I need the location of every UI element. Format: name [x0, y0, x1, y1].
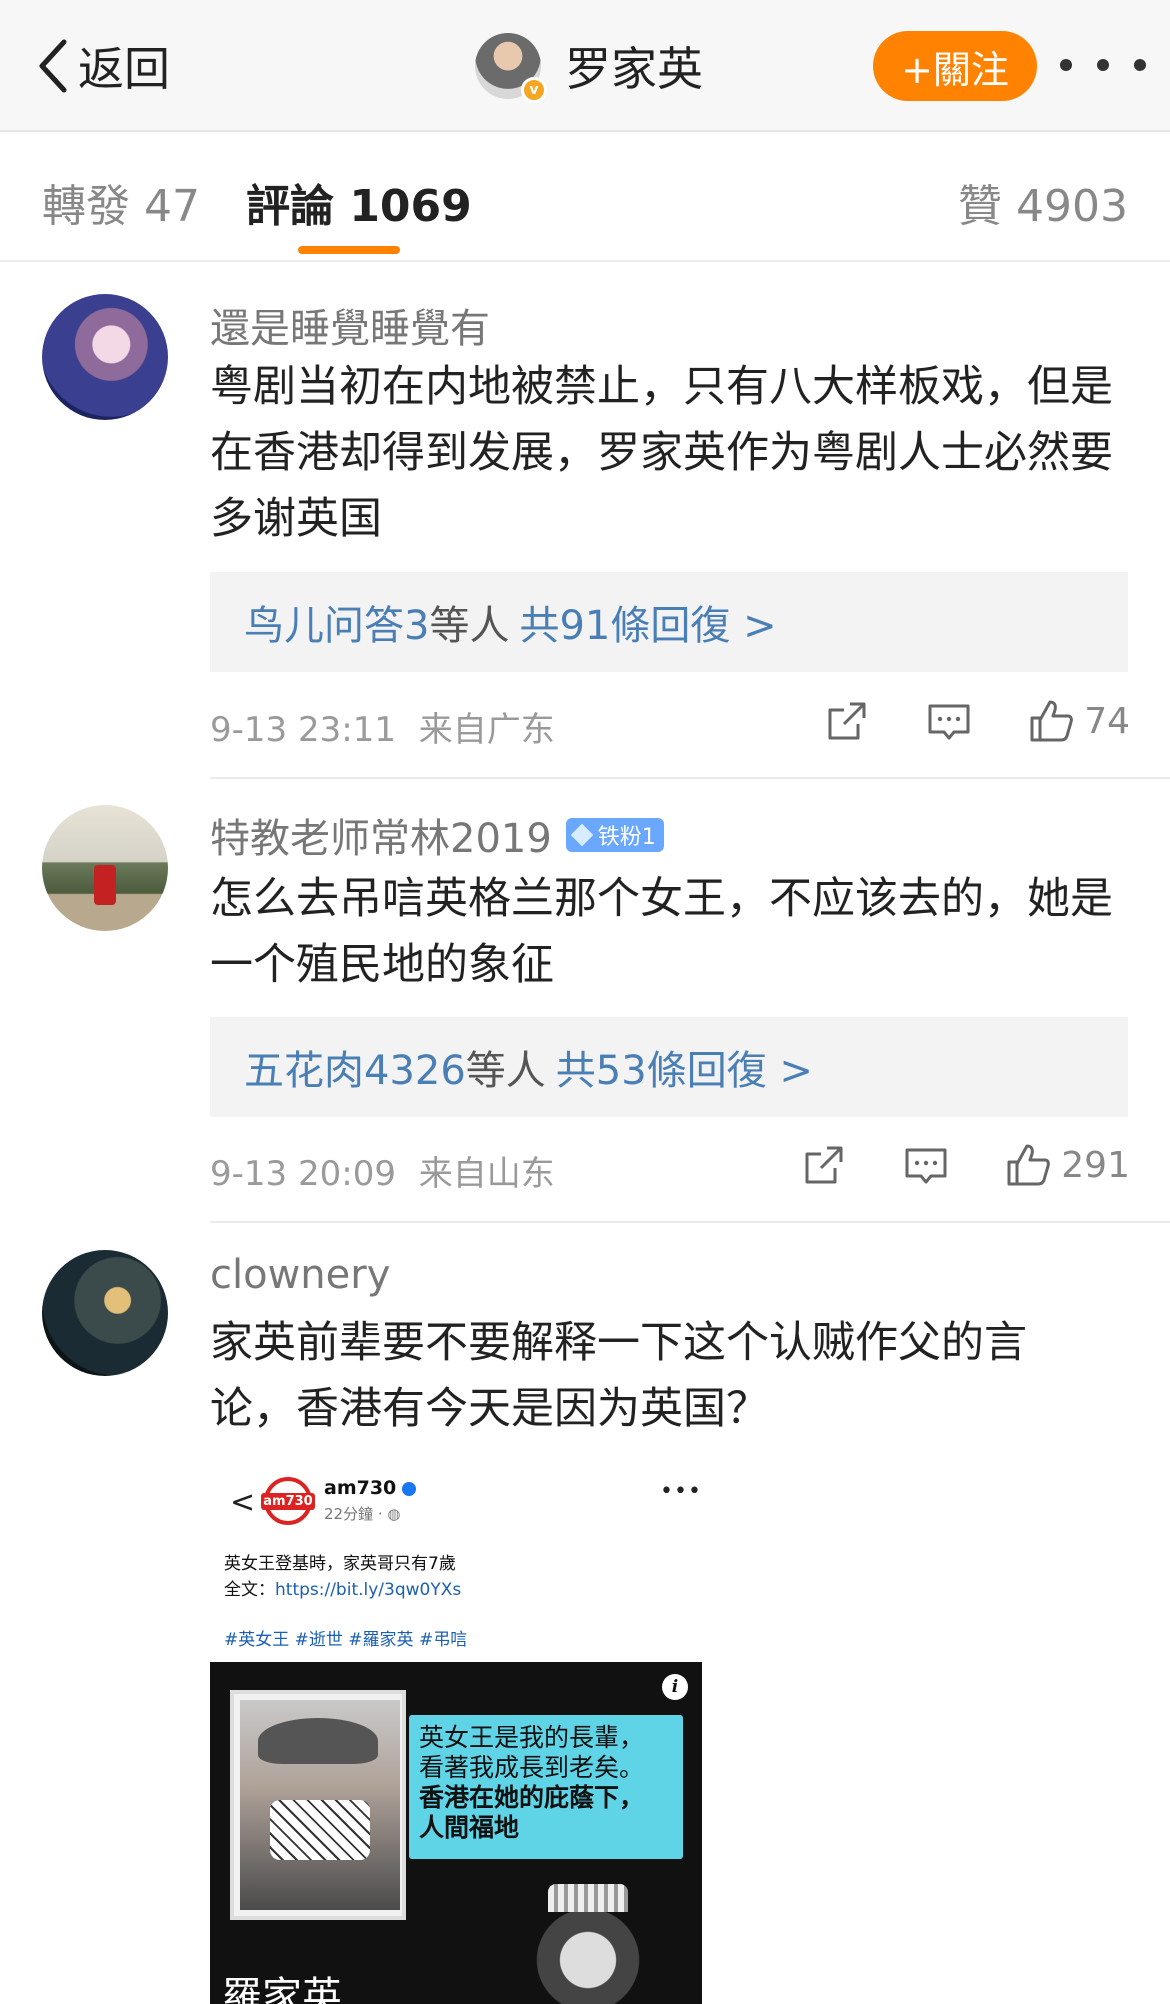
reply-users[interactable]: 鸟儿问答3	[244, 593, 429, 651]
reply-others: 等人	[465, 1048, 546, 1094]
face-mask	[270, 1800, 370, 1860]
thumbs-up-icon[interactable]	[1005, 1142, 1051, 1188]
avatar[interactable]	[42, 1250, 168, 1376]
like-count: 74	[1084, 700, 1130, 742]
reply-others: 等人	[429, 603, 510, 649]
comment-time: 9-13 23:11	[210, 710, 396, 750]
embedded-post-time: 22分鐘 · ◍	[324, 1505, 401, 1523]
reply-summary[interactable]: 五花肉4326 等人 共53條回復 >	[210, 1017, 1128, 1117]
comment-text: 粤剧当初在内地被禁止，只有八大样板戏，但是在香港却得到发展，罗家英作为粤剧人士必…	[210, 362, 1113, 544]
comment-meta: 9-13 23:11 来自广东	[210, 702, 555, 751]
comment-actions: 74	[824, 698, 1130, 744]
avatar[interactable]	[42, 294, 168, 420]
comment-text: 怎么去吊唁英格兰那个女王，不应该去的，她是一个殖民地的象征	[210, 874, 1113, 990]
reply-count[interactable]: 共53條回復 >	[556, 1038, 813, 1096]
globe-icon: ◍	[387, 1505, 401, 1523]
reply-summary[interactable]: 鸟儿问答3 等人 共91條回復 >	[210, 572, 1128, 672]
comment-image[interactable]: < am730 am730 22分鐘 · ◍ ••• 英女王登基時，家英哥只有7…	[210, 1455, 702, 2004]
reply-users[interactable]: 五花肉4326	[244, 1038, 466, 1096]
back-label: 返回	[78, 42, 170, 96]
share-icon[interactable]	[824, 698, 870, 744]
comment-icon[interactable]	[903, 1142, 949, 1188]
chevron-left-icon: <	[230, 1485, 256, 1520]
embedded-post-text: 英女王登基時，家英哥只有7歲	[224, 1554, 456, 1574]
profile-header[interactable]: v 罗家英	[475, 28, 703, 104]
like-count: 291	[1061, 1144, 1130, 1186]
comment-icon[interactable]	[926, 698, 972, 744]
crown	[548, 1884, 628, 1912]
share-icon[interactable]	[801, 1142, 847, 1188]
tab-bar: 轉發 47 評論 1069 贊 4903	[0, 134, 1170, 262]
comment-text: 家英前辈要不要解释一下这个认贼作父的言论，香港有今天是因为英国？	[210, 1318, 1027, 1434]
follow-button[interactable]: +關注	[873, 31, 1037, 101]
fan-badge: 铁粉1	[565, 818, 664, 852]
comment-author[interactable]: 還是睡覺睡覺有	[210, 296, 490, 354]
am730-logo: am730	[261, 1477, 315, 1525]
verified-icon: v	[521, 77, 547, 103]
embedded-post-tags: #英女王 #逝世 #羅家英 #弔唁	[224, 1630, 468, 1650]
embedded-post-header: < am730 am730 22分鐘 · ◍ ••• 英女王登基時，家英哥只有7…	[210, 1455, 702, 1655]
cap	[258, 1718, 378, 1764]
comment-meta: 9-13 20:09 来自山东	[210, 1146, 555, 1195]
back-button[interactable]: 返回	[34, 28, 170, 104]
avatar-figure	[94, 865, 116, 905]
embedded-post-text: 全文：https://bit.ly/3qw0YXs	[224, 1580, 462, 1600]
comment-author[interactable]: 特教老师常林2019 铁粉1	[210, 806, 664, 864]
embedded-account-name: am730	[324, 1477, 417, 1499]
verified-icon	[402, 1481, 417, 1496]
divider	[210, 777, 1170, 779]
comment-actions: 291	[801, 1142, 1130, 1188]
chevron-left-icon	[39, 39, 67, 93]
comment-location: 来自山东	[418, 1154, 555, 1194]
comment-author[interactable]: clownery	[210, 1252, 390, 1298]
photo-frame	[230, 1690, 406, 1920]
embedded-photo: i 英女王是我的長輩， 看著我成長到老矣。 香港在她的庇蔭下， 人間福地 羅家英	[210, 1662, 702, 2004]
avatar[interactable]: v	[475, 33, 547, 103]
thumbs-up-icon[interactable]	[1028, 698, 1074, 744]
active-tab-indicator	[298, 246, 400, 254]
page-title: 罗家英	[565, 42, 703, 96]
diamond-icon	[570, 823, 594, 847]
tab-comments[interactable]: 評論 1069	[246, 170, 472, 234]
quote-line: 香港在她的庇蔭下，	[419, 1783, 645, 1812]
avatar[interactable]	[42, 805, 168, 931]
info-icon: i	[662, 1674, 688, 1700]
tab-repost[interactable]: 轉發 47	[42, 170, 200, 234]
tab-likes[interactable]: 贊 4903	[958, 170, 1128, 234]
comment-location: 来自广东	[418, 710, 555, 750]
nav-bar: 返回 v 罗家英 +關注	[0, 0, 1170, 132]
quote-bubble: 英女王是我的長輩， 看著我成長到老矣。 香港在她的庇蔭下， 人間福地	[406, 1712, 686, 1862]
comment-time: 9-13 20:09	[210, 1154, 396, 1194]
quote-line: 看著我成長到老矣。	[419, 1753, 645, 1782]
more-icon[interactable]	[1060, 50, 1146, 80]
quote-line: 英女王是我的長輩，	[419, 1723, 645, 1752]
more-icon: •••	[660, 1479, 702, 1504]
person-photo	[240, 1700, 400, 1910]
quote-line: 人間福地	[419, 1813, 520, 1842]
divider	[210, 1221, 1170, 1223]
reply-count[interactable]: 共91條回復 >	[519, 593, 776, 651]
photo-caption: 羅家英	[222, 1974, 342, 2004]
